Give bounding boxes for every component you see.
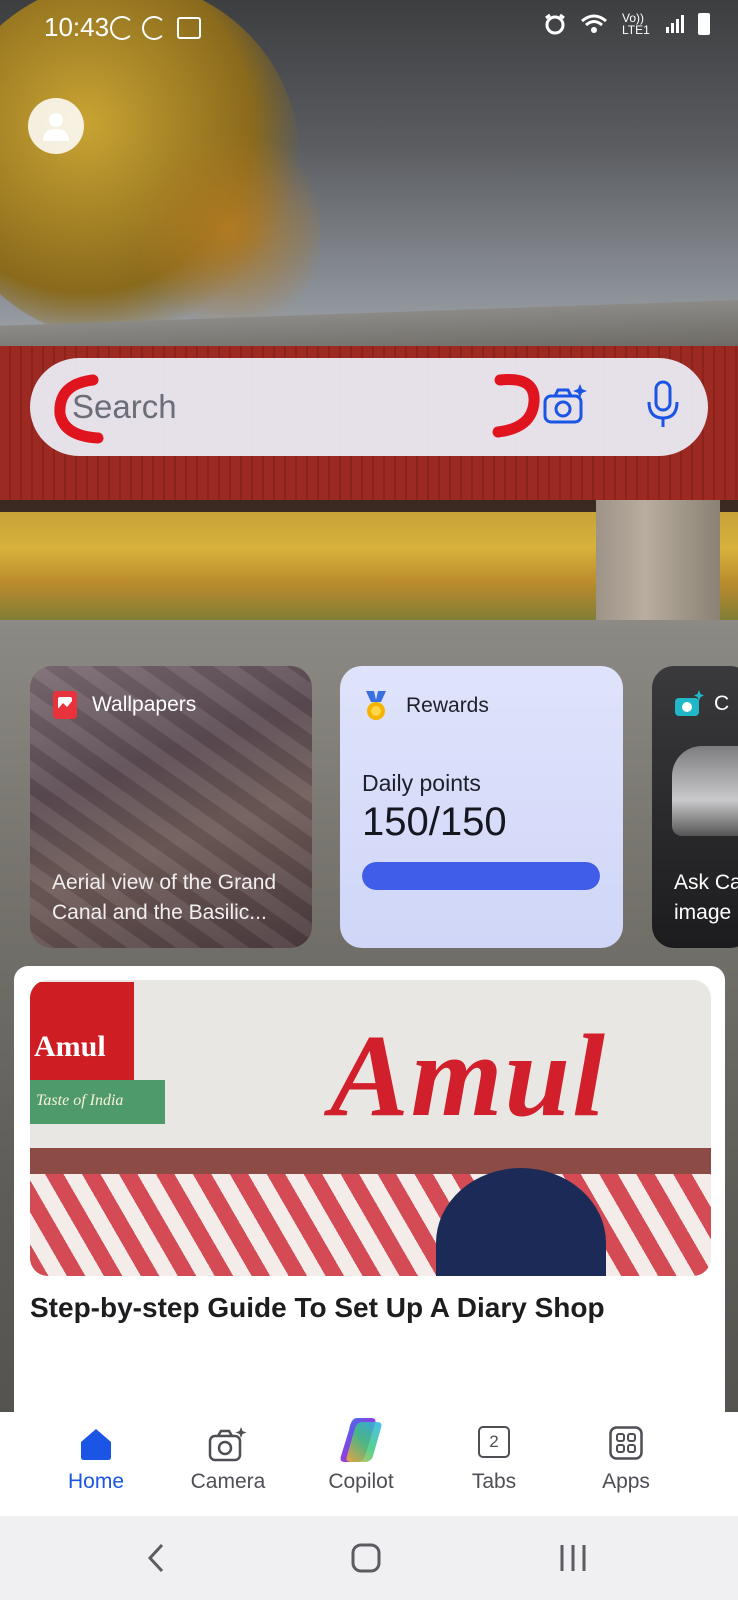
nav-copilot[interactable]: Copilot bbox=[301, 1412, 421, 1516]
network-type-label: Vo)) LTE1 bbox=[622, 11, 650, 37]
nav-apps-label: Apps bbox=[602, 1470, 650, 1493]
nav-home-label: Home bbox=[67, 1470, 125, 1493]
nav-apps[interactable]: Apps bbox=[566, 1412, 686, 1516]
amul-sign-left-text: Amul bbox=[34, 1030, 106, 1063]
home-icon bbox=[81, 1429, 111, 1460]
back-icon[interactable] bbox=[146, 1542, 166, 1574]
nav-camera[interactable]: Camera bbox=[168, 1412, 288, 1516]
daily-points-label: Daily points bbox=[362, 770, 481, 796]
nav-home[interactable]: Home bbox=[36, 1412, 156, 1516]
profile-avatar-button[interactable] bbox=[28, 98, 84, 154]
system-navigation-bar bbox=[0, 1516, 738, 1600]
daily-points-progress-bar bbox=[362, 862, 600, 890]
microphone-icon[interactable] bbox=[646, 380, 680, 430]
person-icon bbox=[43, 113, 69, 141]
progress-fill bbox=[362, 862, 600, 890]
ask-caption-line-2: image bbox=[674, 901, 732, 924]
wallpapers-caption: Aerial view of the Grand Canal and the B… bbox=[52, 871, 277, 924]
nav-tabs-label: Tabs bbox=[471, 1470, 517, 1493]
sync-icon-2 bbox=[142, 16, 166, 40]
nav-camera-label: Camera bbox=[190, 1470, 266, 1493]
news-image: Amul Taste of India Amul bbox=[30, 980, 711, 1276]
annotation-mark-right bbox=[492, 373, 540, 438]
wallpapers-icon bbox=[53, 691, 77, 719]
ask-card-caption: Ask Ca image bbox=[674, 868, 738, 928]
ask-caption-line-1: Ask Ca bbox=[674, 871, 738, 894]
daily-points-value: 150/150 bbox=[362, 800, 507, 844]
bottom-navigation: Home Camera Copilot 2 Tabs Apps bbox=[0, 1412, 738, 1516]
rewards-title: Rewards bbox=[406, 694, 489, 717]
status-time: 10:43 bbox=[44, 12, 110, 42]
wallpapers-card[interactable]: Wallpapers Aerial view of the Grand Cana… bbox=[30, 666, 312, 948]
rewards-medal-icon bbox=[366, 691, 386, 720]
tagline-sign-text: Taste of India bbox=[36, 1092, 124, 1109]
striped-awning bbox=[30, 1174, 711, 1276]
camera-icon bbox=[208, 1427, 247, 1462]
ask-card-title: C bbox=[714, 692, 730, 715]
car-image bbox=[672, 746, 738, 836]
amul-sign-big: Amul bbox=[330, 1010, 607, 1141]
rewards-card[interactable]: Rewards Daily points 150/150 bbox=[340, 666, 623, 948]
tagline-sign: Taste of India bbox=[30, 1080, 165, 1124]
sync-icon bbox=[110, 16, 134, 40]
nav-tabs[interactable]: 2 Tabs bbox=[434, 1412, 554, 1516]
storefront-rail bbox=[30, 1148, 711, 1174]
camera-sparkle-icon bbox=[675, 690, 704, 716]
status-bar: 10:43 Vo)) LTE1 bbox=[0, 0, 738, 56]
signal-icon bbox=[666, 15, 684, 33]
tabs-count-icon: 2 bbox=[478, 1426, 510, 1458]
search-bar[interactable]: Search bbox=[30, 358, 708, 456]
recents-icon[interactable] bbox=[558, 1543, 588, 1573]
alarm-icon bbox=[545, 13, 565, 35]
copilot-icon bbox=[340, 1418, 382, 1462]
apps-grid-icon bbox=[609, 1426, 643, 1460]
battery-icon bbox=[698, 13, 710, 35]
ask-copilot-image-card[interactable]: C Ask Ca image bbox=[652, 666, 738, 948]
amul-sign-left: Amul bbox=[30, 982, 134, 1080]
gallery-icon bbox=[177, 17, 201, 39]
search-input[interactable]: Search bbox=[72, 388, 177, 426]
nav-copilot-label: Copilot bbox=[328, 1470, 394, 1493]
visual-search-camera-icon[interactable] bbox=[542, 382, 588, 428]
home-circle-icon[interactable] bbox=[350, 1542, 382, 1574]
tree-foliage-2 bbox=[140, 120, 320, 340]
news-card[interactable]: Amul Taste of India Amul Step-by-step Gu… bbox=[14, 966, 725, 1426]
wifi-icon bbox=[581, 14, 607, 33]
news-title[interactable]: Step-by-step Guide To Set Up A Diary Sho… bbox=[30, 1292, 710, 1324]
wallpapers-title: Wallpapers bbox=[92, 693, 197, 716]
